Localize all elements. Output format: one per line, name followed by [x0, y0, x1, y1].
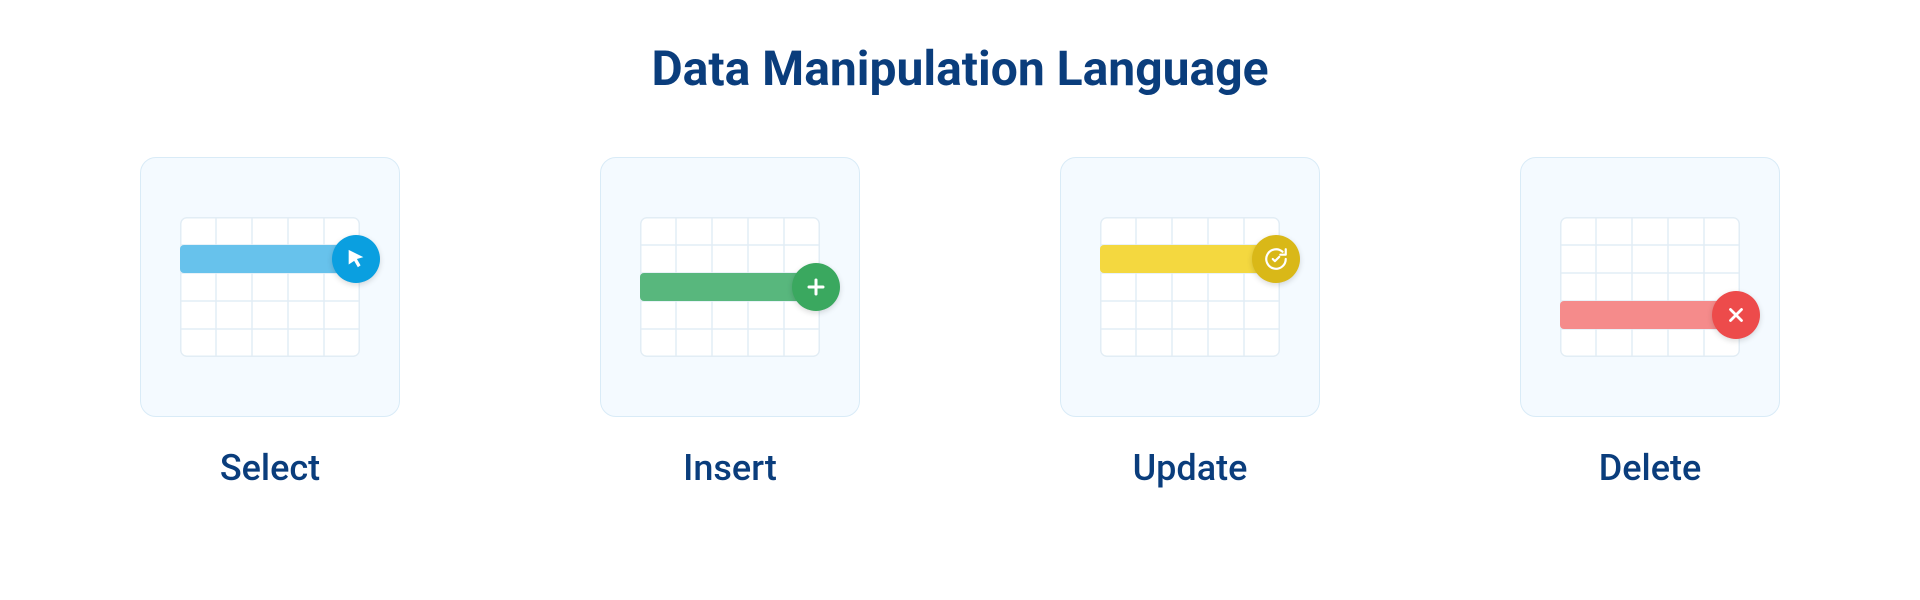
table-grid [1100, 217, 1280, 357]
card-select: Select [140, 157, 400, 489]
table-grid [180, 217, 360, 357]
page-title: Data Manipulation Language [100, 40, 1820, 97]
card-delete-label: Delete [1599, 447, 1702, 489]
plus-icon [792, 263, 840, 311]
card-insert-box [600, 157, 860, 417]
card-delete: Delete [1520, 157, 1780, 489]
card-insert: Insert [600, 157, 860, 489]
cursor-icon [332, 235, 380, 283]
card-select-label: Select [220, 447, 320, 489]
card-update-box [1060, 157, 1320, 417]
refresh-check-icon [1252, 235, 1300, 283]
close-icon [1712, 291, 1760, 339]
card-delete-box [1520, 157, 1780, 417]
card-update-label: Update [1133, 447, 1248, 489]
table-grid [640, 217, 820, 357]
operation-cards: Select [100, 157, 1820, 489]
card-insert-label: Insert [683, 447, 777, 489]
card-update: Update [1060, 157, 1320, 489]
table-grid [1560, 217, 1740, 357]
card-select-box [140, 157, 400, 417]
